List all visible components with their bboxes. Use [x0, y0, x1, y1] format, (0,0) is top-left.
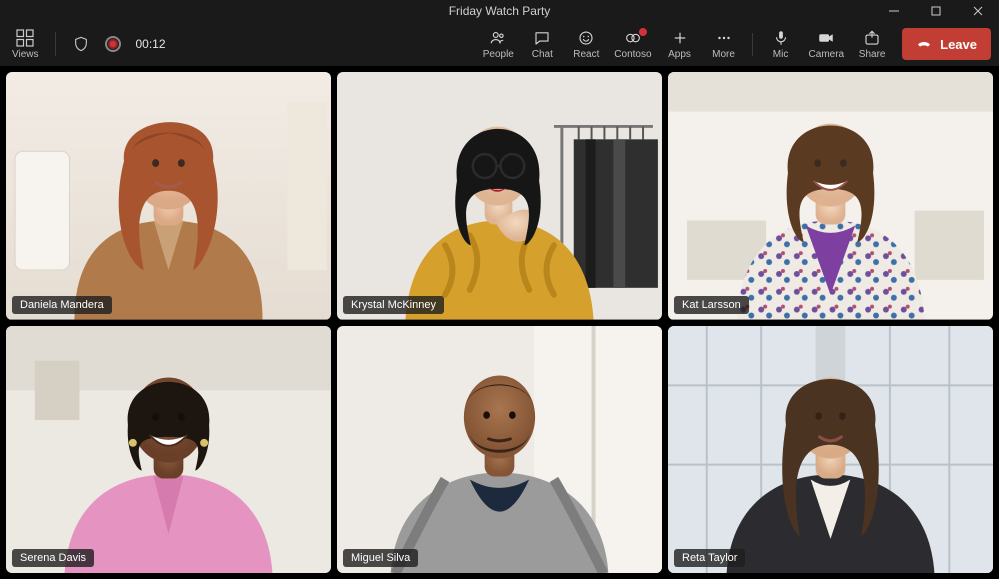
people-label: People	[483, 50, 514, 60]
minimize-icon	[889, 6, 899, 16]
participant-name: Reta Taylor	[674, 549, 745, 567]
apps-button[interactable]: Apps	[660, 27, 700, 62]
participant-tile[interactable]: Reta Taylor	[668, 326, 993, 574]
apps-label: Apps	[668, 50, 691, 60]
recording-indicator[interactable]	[100, 31, 126, 57]
share-icon	[863, 29, 881, 47]
participant-video	[668, 326, 993, 574]
share-button[interactable]: Share	[852, 27, 892, 62]
participant-tile[interactable]: Daniela Mandera	[6, 72, 331, 320]
react-button[interactable]: React	[566, 27, 606, 62]
participant-video	[337, 72, 662, 320]
mic-icon	[772, 29, 790, 47]
people-button[interactable]: People	[478, 27, 518, 62]
chat-button[interactable]: Chat	[522, 27, 562, 62]
participant-name: Miguel Silva	[343, 549, 418, 567]
leave-label: Leave	[940, 37, 977, 52]
maximize-button[interactable]	[915, 0, 957, 22]
separator	[752, 33, 753, 56]
participant-video	[337, 326, 662, 574]
privacy-shield-button[interactable]	[68, 31, 94, 57]
mic-label: Mic	[773, 50, 789, 60]
maximize-icon	[931, 6, 941, 16]
mic-button[interactable]: Mic	[761, 27, 801, 62]
video-grid: Daniela Mandera	[0, 66, 999, 579]
title-bar: Friday Watch Party	[0, 0, 999, 22]
more-button[interactable]: More	[704, 27, 744, 62]
participant-name: Daniela Mandera	[12, 296, 112, 314]
people-icon	[489, 29, 507, 47]
contoso-button[interactable]: Contoso	[610, 27, 655, 62]
participant-name: Krystal McKinney	[343, 296, 444, 314]
share-label: Share	[859, 50, 886, 60]
window-controls	[873, 0, 999, 22]
participant-name: Kat Larsson	[674, 296, 749, 314]
leave-button[interactable]: Leave	[902, 28, 991, 60]
toolbar-left: Views 00:12	[8, 27, 166, 62]
participant-video	[668, 72, 993, 320]
more-label: More	[712, 50, 735, 60]
react-icon	[577, 29, 595, 47]
window-title: Friday Watch Party	[0, 4, 999, 18]
participant-tile[interactable]: Kat Larsson	[668, 72, 993, 320]
camera-button[interactable]: Camera	[805, 27, 849, 62]
grid-icon	[16, 29, 34, 47]
participant-tile[interactable]: Miguel Silva	[337, 326, 662, 574]
participant-video	[6, 326, 331, 574]
participant-tile[interactable]: Serena Davis	[6, 326, 331, 574]
views-label: Views	[12, 49, 39, 60]
contoso-label: Contoso	[614, 50, 651, 60]
participant-video	[6, 72, 331, 320]
shield-icon	[73, 36, 89, 52]
meeting-toolbar: Views 00:12 People Chat React Conto	[0, 22, 999, 66]
chat-icon	[533, 29, 551, 47]
toolbar-right: People Chat React Contoso Apps More Mic	[478, 27, 991, 62]
react-label: React	[573, 50, 599, 60]
camera-icon	[817, 29, 835, 47]
camera-label: Camera	[809, 50, 845, 60]
record-icon	[108, 39, 118, 49]
close-icon	[973, 6, 983, 16]
participant-tile[interactable]: Krystal McKinney	[337, 72, 662, 320]
notification-badge	[639, 28, 647, 36]
separator	[55, 32, 56, 56]
hangup-icon	[916, 36, 932, 52]
minimize-button[interactable]	[873, 0, 915, 22]
ellipsis-icon	[715, 29, 733, 47]
call-timer: 00:12	[136, 37, 166, 51]
participant-name: Serena Davis	[12, 549, 94, 567]
chat-label: Chat	[532, 50, 553, 60]
views-button[interactable]: Views	[8, 27, 43, 62]
close-button[interactable]	[957, 0, 999, 22]
plus-icon	[671, 29, 689, 47]
